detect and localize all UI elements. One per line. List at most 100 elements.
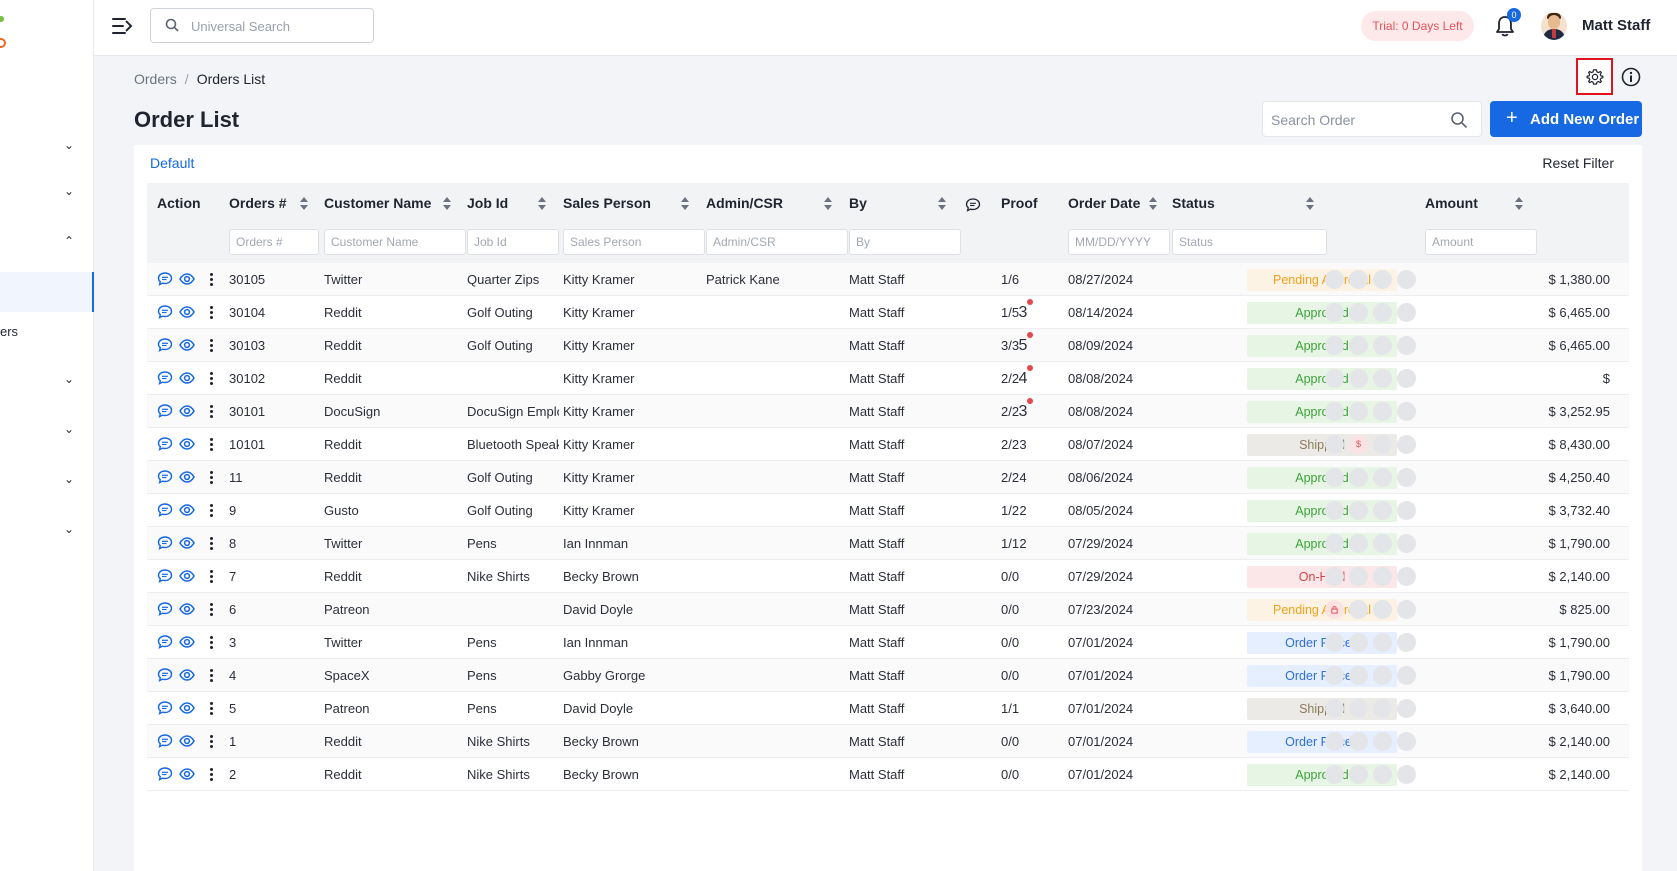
order-flag-indicator[interactable]: [1397, 666, 1416, 685]
cell-order-number[interactable]: 4: [229, 659, 319, 692]
comment-icon[interactable]: [157, 766, 173, 782]
order-flag-indicator[interactable]: [1349, 765, 1368, 784]
order-flag-indicator[interactable]: [1325, 666, 1344, 685]
search-icon[interactable]: [1450, 111, 1468, 129]
cell-order-number[interactable]: 6: [229, 593, 319, 626]
order-flag-indicator[interactable]: [1349, 402, 1368, 421]
order-flag-indicator[interactable]: [1373, 435, 1392, 454]
sort-amount-icon[interactable]: [1514, 196, 1524, 212]
trial-badge[interactable]: Trial: 0 Days Left: [1361, 11, 1474, 41]
table-row[interactable]: 1 Reddit Nike Shirts Becky Brown Matt Staff 0…: [147, 725, 1629, 758]
order-flag-indicator[interactable]: [1397, 633, 1416, 652]
order-flag-indicator[interactable]: [1325, 633, 1344, 652]
order-flag-indicator[interactable]: [1373, 534, 1392, 553]
eye-icon[interactable]: [179, 271, 195, 287]
filter-by-input[interactable]: [849, 229, 961, 255]
comment-icon[interactable]: [157, 700, 173, 716]
order-flag-indicator[interactable]: [1397, 732, 1416, 751]
comment-icon[interactable]: [157, 568, 173, 584]
cell-proof[interactable]: 2/2: [1001, 362, 1061, 395]
col-header-sales[interactable]: Sales Person: [563, 195, 651, 211]
cell-order-number[interactable]: 5: [229, 692, 319, 725]
table-row[interactable]: 10101 Reddit Bluetooth Speake Kitty Kramer M…: [147, 428, 1629, 461]
more-vertical-icon[interactable]: [209, 304, 213, 320]
eye-icon[interactable]: [179, 502, 195, 518]
add-new-order-button[interactable]: + Add New Order: [1490, 101, 1642, 137]
sort-sales-icon[interactable]: [680, 196, 690, 212]
more-vertical-icon[interactable]: [209, 535, 213, 551]
cell-proof[interactable]: 1/2: [1001, 494, 1061, 527]
order-flag-indicator[interactable]: [1373, 567, 1392, 586]
order-flag-indicator[interactable]: [1325, 270, 1344, 289]
sort-date-icon[interactable]: [1148, 196, 1158, 212]
sidebar-section-1-chevron-down-icon[interactable]: ⌄: [62, 138, 76, 152]
comment-icon[interactable]: [157, 733, 173, 749]
order-flag-indicator[interactable]: [1373, 732, 1392, 751]
comment-icon[interactable]: [157, 403, 173, 419]
cell-order-number[interactable]: 2: [229, 758, 319, 791]
cell-order-number[interactable]: 7: [229, 560, 319, 593]
cell-order-number[interactable]: 30102: [229, 362, 319, 395]
table-row[interactable]: 30102 Reddit Kitty Kramer Matt Staff 4 2/2 08/…: [147, 362, 1629, 419]
filter-date-input[interactable]: [1068, 229, 1170, 255]
eye-icon[interactable]: [179, 568, 195, 584]
table-row[interactable]: 6 Patreon David Doyle Matt Staff 0/0 07/23/20…: [147, 593, 1629, 626]
order-flag-indicator[interactable]: [1397, 402, 1416, 421]
sidebar-section-5-chevron-down-icon[interactable]: ⌄: [62, 422, 76, 436]
table-row[interactable]: 30104 Reddit Golf Outing Kitty Kramer Matt S…: [147, 296, 1629, 329]
order-flag-indicator[interactable]: [1397, 369, 1416, 388]
menu-collapse-icon[interactable]: [112, 16, 134, 36]
cell-order-number[interactable]: 30103: [229, 329, 319, 362]
col-header-by[interactable]: By: [849, 195, 867, 211]
cell-proof[interactable]: 2/2: [1001, 428, 1061, 461]
eye-icon[interactable]: [179, 403, 195, 419]
order-flag-indicator[interactable]: [1349, 600, 1368, 619]
comment-icon[interactable]: [157, 304, 173, 320]
eye-icon[interactable]: [179, 535, 195, 551]
table-row[interactable]: 30101 DocuSign DocuSign Employ Kitty Kramer…: [147, 395, 1629, 428]
comment-icon[interactable]: [157, 634, 173, 650]
order-flag-indicator[interactable]: [1325, 468, 1344, 487]
order-flag-indicator[interactable]: [1349, 666, 1368, 685]
cell-proof[interactable]: 2/2: [1001, 395, 1061, 428]
order-flag-indicator[interactable]: [1397, 567, 1416, 586]
comment-icon[interactable]: [157, 502, 173, 518]
filter-orders-input[interactable]: [229, 229, 319, 255]
sort-admin-icon[interactable]: [823, 196, 833, 212]
sidebar-section-4-chevron-down-icon[interactable]: ⌄: [62, 372, 76, 386]
more-vertical-icon[interactable]: [209, 634, 213, 650]
filter-status-input[interactable]: [1172, 229, 1327, 255]
comment-icon[interactable]: [157, 469, 173, 485]
table-row[interactable]: 30105 Twitter Quarter Zips Kitty Kramer Patr…: [147, 263, 1629, 296]
eye-icon[interactable]: [179, 733, 195, 749]
more-vertical-icon[interactable]: [209, 700, 213, 716]
cell-proof[interactable]: 1/1: [1001, 527, 1061, 560]
eye-icon[interactable]: [179, 700, 195, 716]
order-flag-indicator[interactable]: [1325, 765, 1344, 784]
order-flag-indicator[interactable]: [1349, 369, 1368, 388]
cell-order-number[interactable]: 9: [229, 494, 319, 527]
cell-proof[interactable]: 0/0: [1001, 593, 1061, 626]
order-flag-indicator[interactable]: [1373, 303, 1392, 322]
lock-icon[interactable]: [1325, 600, 1344, 619]
eye-icon[interactable]: [179, 634, 195, 650]
order-flag-indicator[interactable]: [1397, 765, 1416, 784]
table-row[interactable]: 3 Twitter Pens Ian Innman Matt Staff 0/0 07/01…: [147, 626, 1629, 659]
more-vertical-icon[interactable]: [209, 436, 213, 452]
col-header-orders[interactable]: Orders #: [229, 195, 287, 211]
order-flag-indicator[interactable]: [1349, 732, 1368, 751]
cell-proof[interactable]: 2/2: [1001, 461, 1061, 494]
table-row[interactable]: 8 Twitter Pens Ian Innman Matt Staff 2 1/1 07/2…: [147, 527, 1629, 560]
cell-order-number[interactable]: 8: [229, 527, 319, 560]
table-row[interactable]: 11 Reddit Golf Outing Kitty Kramer Matt Staf…: [147, 461, 1629, 494]
order-flag-indicator[interactable]: [1397, 270, 1416, 289]
cell-proof[interactable]: 1/1: [1001, 692, 1061, 725]
dollar-icon[interactable]: $: [1349, 435, 1368, 454]
cell-order-number[interactable]: 30101: [229, 395, 319, 428]
comment-icon[interactable]: [157, 370, 173, 386]
cell-proof[interactable]: 3/3: [1001, 329, 1061, 362]
col-header-customer[interactable]: Customer Name: [324, 195, 431, 211]
order-flag-indicator[interactable]: [1349, 633, 1368, 652]
sort-status-icon[interactable]: [1305, 196, 1315, 212]
filter-admin-input[interactable]: [706, 229, 848, 255]
